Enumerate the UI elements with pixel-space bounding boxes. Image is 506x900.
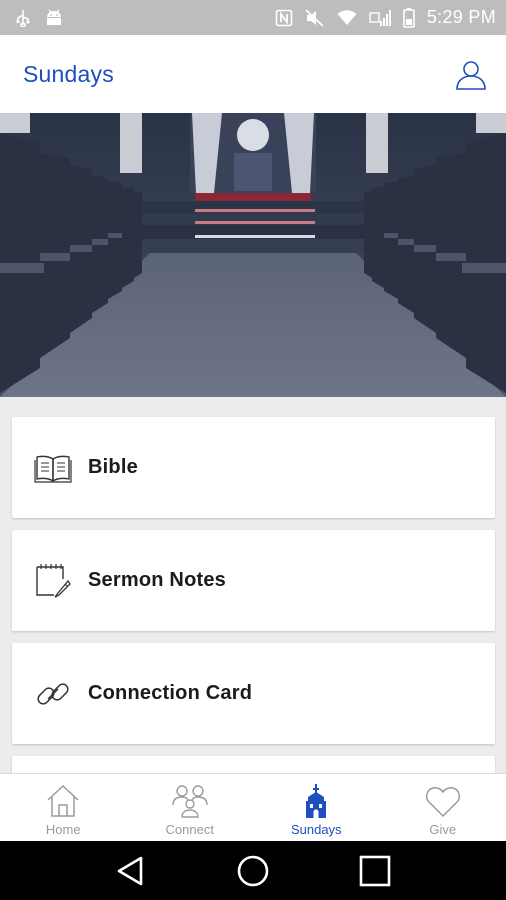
page-title: Sundays (23, 60, 114, 87)
nav-sundays[interactable]: Sundays (253, 774, 380, 841)
status-left (14, 9, 64, 27)
back-icon (117, 856, 143, 885)
system-recents-button[interactable] (353, 849, 397, 893)
nav-label-give: Give (429, 822, 457, 837)
home-circle-icon (237, 855, 269, 886)
app-header: Sundays (0, 35, 506, 113)
bottom-nav: Home Connect Sundays Give (0, 773, 506, 841)
wifi-icon (337, 9, 357, 26)
nav-label-sundays: Sundays (290, 822, 342, 837)
mute-icon (305, 8, 325, 27)
system-home-button[interactable] (231, 849, 275, 893)
nav-label-connect: Connect (165, 822, 214, 837)
usb-icon (14, 9, 32, 27)
menu-item-label: Connection Card (88, 682, 253, 704)
link-icon (12, 676, 88, 712)
menu-item-bible[interactable]: Bible (12, 417, 495, 518)
status-right: 5:29 PM (275, 7, 496, 28)
menu-item-connection-card[interactable]: Connection Card (12, 643, 495, 744)
open-book-icon (12, 453, 88, 483)
system-back-button[interactable] (109, 849, 153, 893)
nav-label-home: Home (45, 822, 81, 837)
menu-list: Bible Sermon Notes Connection Card (0, 397, 506, 773)
menu-item-partial[interactable] (12, 756, 495, 773)
people-icon (171, 782, 209, 820)
menu-item-label: Sermon Notes (88, 569, 226, 591)
home-icon (45, 782, 81, 820)
system-nav-bar (0, 841, 506, 900)
church-icon (302, 782, 330, 820)
nav-give[interactable]: Give (380, 774, 506, 841)
nfc-icon (275, 9, 293, 27)
user-profile-icon (456, 61, 486, 90)
heart-icon (425, 782, 461, 820)
menu-item-sermon-notes[interactable]: Sermon Notes (12, 530, 495, 631)
signal-icon (369, 9, 391, 27)
notepad-pencil-icon (12, 563, 88, 599)
android-debug-icon (44, 9, 64, 27)
hero-image (0, 113, 506, 397)
menu-item-label: Bible (88, 456, 138, 478)
recents-icon (359, 855, 391, 886)
status-time: 5:29 PM (426, 7, 496, 27)
status-bar: 5:29 PM (0, 0, 506, 35)
nav-connect[interactable]: Connect (127, 774, 254, 841)
nav-home[interactable]: Home (0, 774, 127, 841)
profile-button[interactable] (454, 57, 488, 91)
battery-icon (403, 7, 415, 28)
